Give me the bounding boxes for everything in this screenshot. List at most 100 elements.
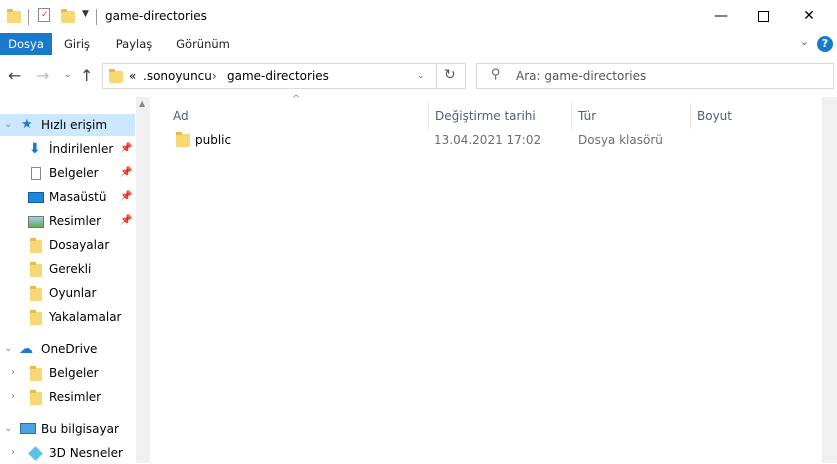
folder-icon [30, 310, 42, 325]
nav-this-pc[interactable]: ⌄ Bu bilgisayar [0, 418, 135, 440]
nav-item-pictures[interactable]: Resimler 📌 [0, 210, 135, 232]
divider [96, 9, 97, 25]
navigation-pane: ⌄ ★ Hızlı erişim ⬇ İndirilenler 📌 Belgel… [0, 97, 150, 463]
tab-view[interactable]: Görünüm [170, 33, 236, 55]
forward-icon[interactable]: → [36, 66, 49, 85]
file-list-scrollbar[interactable] [822, 97, 837, 463]
column-header-type[interactable]: Tür [572, 103, 691, 129]
address-bar[interactable]: « .sonoyuncu › game-directories ⌄ ↻ [102, 63, 466, 89]
properties-icon[interactable]: ✓ [38, 8, 50, 22]
pin-icon[interactable]: 📌 [120, 162, 132, 184]
nav-label: Hızlı erişim [41, 118, 108, 132]
nav-label: 3D Nesneler [49, 446, 123, 460]
tab-share[interactable]: Paylaş [108, 33, 160, 55]
folder-icon [30, 366, 42, 381]
nav-label: OneDrive [41, 342, 98, 356]
tab-home[interactable]: Giriş [55, 33, 99, 55]
maximize-button[interactable] [740, 0, 786, 32]
file-list: ^ Ad Değiştirme tarihi Tür Boyut public … [151, 94, 837, 463]
file-date: 13.04.2021 17:02 [434, 133, 542, 147]
download-arrow-icon: ⬇ [29, 141, 41, 157]
cube-icon [28, 446, 43, 461]
breadcrumb-sonoyuncu[interactable]: .sonoyuncu [143, 69, 212, 83]
folder-icon [109, 69, 123, 83]
nav-onedrive[interactable]: ⌄ ☁ OneDrive [0, 338, 135, 360]
nav-label: Dosayalar [49, 238, 110, 252]
column-header-name[interactable]: Ad [167, 103, 429, 129]
nav-item-oyunlar[interactable]: Oyunlar [0, 282, 135, 304]
nav-label: Gerekli [49, 262, 92, 276]
new-folder-icon[interactable] [61, 9, 75, 23]
nav-item-yakalamalar[interactable]: Yakalamalar [0, 306, 135, 328]
chevron-down-icon[interactable]: ⌄ [4, 114, 12, 136]
nav-label: Belgeler [49, 166, 99, 180]
folder-icon [7, 9, 21, 23]
nav-item-dosayalar[interactable]: Dosayalar [0, 234, 135, 256]
maximize-icon [757, 10, 769, 22]
nav-quick-access[interactable]: ⌄ ★ Hızlı erişim [0, 114, 135, 136]
up-icon[interactable]: ↑ [80, 66, 93, 85]
help-icon[interactable]: ? [817, 36, 833, 52]
minimize-button[interactable]: — [698, 0, 744, 32]
back-icon[interactable]: ← [8, 66, 21, 85]
nav-label: Resimler [49, 214, 102, 228]
column-header-date[interactable]: Değiştirme tarihi [429, 103, 572, 129]
nav-item-gerekli[interactable]: Gerekli [0, 258, 135, 280]
folder-icon [30, 238, 42, 253]
table-row[interactable]: public 13.04.2021 17:02 Dosya klasörü [169, 129, 709, 151]
computer-icon [20, 423, 36, 434]
folder-icon [30, 262, 42, 277]
nav-label: Oyunlar [49, 286, 97, 300]
folder-icon [176, 132, 190, 147]
customize-toolbar-icon[interactable]: ▼ [82, 9, 89, 19]
nav-item-documents[interactable]: Belgeler 📌 [0, 162, 135, 184]
recent-locations-icon[interactable]: ⌄ [64, 70, 72, 80]
chevron-right-icon[interactable]: › [11, 386, 15, 408]
divider [436, 64, 437, 88]
search-box[interactable]: ⚲ Ara: game-directories [476, 63, 834, 89]
cloud-icon: ☁ [19, 341, 33, 357]
tab-file[interactable]: Dosya [0, 33, 52, 55]
expand-ribbon-icon[interactable]: ⌄ [800, 35, 809, 48]
star-icon: ★ [21, 117, 33, 132]
close-button[interactable]: ✕ [786, 0, 832, 32]
file-name: public [195, 133, 232, 147]
chevron-down-icon[interactable]: ⌄ [4, 338, 12, 360]
file-type: Dosya klasörü [578, 133, 663, 147]
nav-label: Resimler [49, 390, 102, 404]
breadcrumb-game-directories[interactable]: game-directories [227, 69, 329, 83]
desktop-icon [28, 192, 44, 203]
pin-icon[interactable]: 📌 [120, 186, 132, 208]
search-input[interactable]: Ara: game-directories [516, 69, 646, 83]
chevron-down-icon[interactable]: ⌄ [4, 418, 12, 440]
nav-item-downloads[interactable]: ⬇ İndirilenler 📌 [0, 138, 135, 160]
nav-item-3d-objects[interactable]: › 3D Nesneler [0, 442, 135, 464]
pin-icon[interactable]: 📌 [120, 210, 132, 232]
divider [28, 9, 29, 25]
folder-icon [30, 286, 42, 301]
nav-label: İndirilenler [49, 142, 114, 156]
nav-label: Belgeler [49, 366, 99, 380]
breadcrumb-separator-icon[interactable]: › [212, 69, 217, 83]
nav-scrollbar[interactable]: ▲ [136, 97, 150, 463]
chevron-right-icon[interactable]: › [11, 442, 15, 464]
close-icon: ✕ [803, 8, 815, 24]
nav-item-desktop[interactable]: Masaüstü 📌 [0, 186, 135, 208]
column-header-size[interactable]: Boyut [691, 103, 781, 129]
nav-label: Masaüstü [49, 190, 107, 204]
address-row: ← → ⌄ ↑ « .sonoyuncu › game-directories … [0, 55, 837, 97]
pictures-icon [28, 216, 44, 228]
scroll-up-icon[interactable]: ▲ [139, 99, 145, 108]
nav-item-onedrive-pictures[interactable]: › Resimler [0, 386, 135, 408]
nav-item-onedrive-documents[interactable]: › Belgeler [0, 362, 135, 384]
chevron-right-icon[interactable]: › [11, 362, 15, 384]
nav-label: Yakalamalar [49, 310, 122, 324]
pin-icon[interactable]: 📌 [120, 138, 132, 160]
search-icon: ⚲ [491, 67, 501, 82]
address-dropdown-icon[interactable]: ⌄ [417, 71, 425, 81]
nav-label: Bu bilgisayar [41, 422, 119, 436]
document-icon [31, 167, 41, 180]
breadcrumb-overflow[interactable]: « [129, 69, 136, 83]
refresh-icon[interactable]: ↻ [444, 67, 456, 83]
title-bar: ✓ ▼ game-directories — ✕ [0, 0, 837, 33]
